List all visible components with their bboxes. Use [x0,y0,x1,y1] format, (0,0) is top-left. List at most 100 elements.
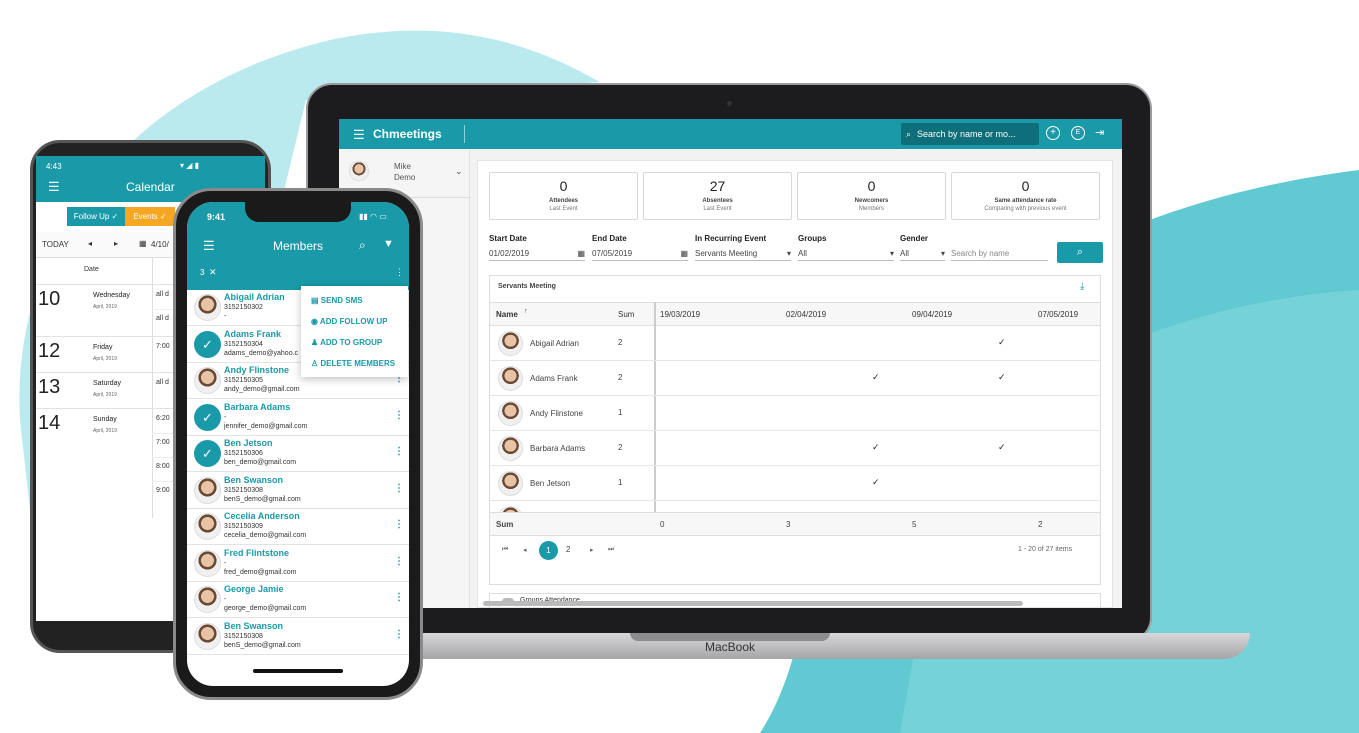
add-icon[interactable]: + [1046,126,1060,140]
add-follow-up-item[interactable]: ◉ ADD FOLLOW UP [311,311,408,332]
selected-check-icon[interactable]: ✓ [194,330,221,358]
grid-sum-row: Sum 0 3 5 2 [490,512,1100,536]
stat-sub: Last Event [549,206,578,212]
event-time[interactable]: 7:00 [156,343,170,350]
page-2-button[interactable]: 2 [566,545,570,554]
member-avatar[interactable] [194,586,221,613]
logout-icon[interactable]: ⇥ [1095,126,1104,139]
more-vertical-icon[interactable]: ⋮ [394,483,404,494]
member-name-link[interactable]: Barbara Adams [530,444,585,453]
member-avatar[interactable] [194,294,221,321]
attendance-check-icon[interactable]: ✓ [872,442,880,453]
stat-label: Newcomers [854,198,889,204]
events-label: Events [133,212,158,221]
send-sms-item[interactable]: ▤ SEND SMS [311,290,408,311]
attendance-check-icon[interactable]: ✓ [872,372,880,383]
member-list-item[interactable]: ✓ Barbara Adams - jennifer_demo@gmail.com ⋮ [187,399,409,436]
language-icon[interactable]: E [1071,126,1085,140]
download-icon[interactable]: ⤓ [1080,281,1084,292]
close-selection-icon[interactable]: ✕ [209,267,217,278]
group-icon: ♟ [311,338,319,347]
event-time[interactable]: 8:00 [156,463,170,470]
laptop-brand-label: MacBook [704,640,756,654]
more-vertical-icon[interactable]: ⋮ [395,267,404,278]
member-phone: - [224,413,227,421]
first-page-icon[interactable]: ⏮ [502,546,508,554]
stat-value: 0 [559,178,568,194]
search-button[interactable]: ⌕ [1057,242,1103,263]
stat-label: Same attendance rate [994,198,1057,204]
last-page-icon[interactable]: ⏭ [608,546,614,554]
bulk-actions-menu: ▤ SEND SMS ◉ ADD FOLLOW UP ♟ ADD TO GROU… [301,286,408,377]
member-list-item[interactable]: Ben Swanson 3152150308 benS_demo@gmail.com… [187,618,409,655]
more-vertical-icon[interactable]: ⋮ [394,556,404,567]
member-list-item[interactable]: Cecelia Anderson 3152150309 cecelia_demo@g… [187,509,409,545]
member-name-link[interactable]: Adams Frank [530,374,578,383]
chevron-down-icon[interactable]: ⌄ [455,166,463,177]
member-list-item[interactable]: ✓ Ben Jetson 3152150306 ben_demo@gmail.com ⋮ [187,436,409,472]
member-avatar[interactable] [194,622,221,650]
attendance-check-icon[interactable]: ✓ [998,337,1006,348]
hamburger-menu-icon[interactable]: ☰ [48,179,60,195]
name-search-input[interactable]: Search by name [951,247,1048,261]
member-avatar[interactable] [194,476,221,504]
event-time[interactable]: all d [156,379,169,386]
col-name[interactable]: Name [496,310,518,319]
event-time[interactable]: all d [156,315,169,322]
member-avatar[interactable] [194,549,221,577]
grid-row: Abigail Adrian2✓✓ [490,326,1100,361]
member-name-link[interactable]: Andy Flinstone [530,409,583,418]
more-vertical-icon[interactable]: ⋮ [394,519,404,530]
members-title: Members [273,239,324,253]
groups-select[interactable]: All ▾ [798,247,894,261]
more-vertical-icon[interactable]: ⋮ [394,410,404,421]
page-1-button[interactable]: 1 [539,541,558,560]
delete-members-item[interactable]: ♙ DELETE MEMBERS [311,353,408,374]
gender-value: All [900,249,909,258]
stat-newcomers: 0 Newcomers Members [797,172,946,220]
selected-check-icon[interactable]: ✓ [194,440,221,467]
event-time[interactable]: 7:00 [156,439,170,446]
member-avatar[interactable] [194,513,221,540]
date-picker-value[interactable]: 4/10/ [151,240,169,249]
add-to-group-item[interactable]: ♟ ADD TO GROUP [311,332,408,353]
hamburger-menu-icon[interactable]: ☰ [353,127,365,143]
sort-up-icon: ↑ [524,308,528,315]
member-name-link[interactable]: Ben Jetson [530,479,570,488]
filter-icon[interactable]: ▼ [383,238,394,250]
member-list-item[interactable]: Ben Swanson 3152150308 benS_demo@gmail.com… [187,472,409,509]
prev-icon[interactable]: ◂ [88,239,92,248]
more-vertical-icon[interactable]: ⋮ [394,446,404,457]
recurring-event-select[interactable]: Servants Meeting ▾ [695,247,791,261]
event-time[interactable]: all d [156,291,169,298]
events-toggle[interactable]: Events ✓ [125,207,175,226]
grid-row: Andy Flinstone1✓ [490,396,1100,431]
prev-page-icon[interactable]: ◂ [523,546,527,554]
attendance-check-icon[interactable]: ✓ [872,477,880,488]
member-list-item[interactable]: George Jamie - george_demo@gmail.com ⋮ [187,582,409,618]
member-email: benS_demo@gmail.com [224,641,301,649]
attendance-check-icon[interactable]: ✓ [998,372,1006,383]
start-date-field[interactable]: 01/02/2019 ▦ [489,247,585,261]
hamburger-menu-icon[interactable]: ☰ [203,238,215,254]
gender-select[interactable]: All ▾ [900,247,945,261]
today-button[interactable]: TODAY [42,240,69,249]
member-list-item[interactable]: Fred Flintstone - fred_demo@gmail.com ⋮ [187,545,409,582]
member-name-link[interactable]: Abigail Adrian [530,339,579,348]
month-year: April, 2019 [93,304,117,310]
month-year: April, 2019 [93,392,117,398]
attendance-check-icon[interactable]: ✓ [998,442,1006,453]
event-time[interactable]: 9:00 [156,487,170,494]
event-time[interactable]: 6:20 [156,415,170,422]
more-vertical-icon[interactable]: ⋮ [394,629,404,640]
search-icon[interactable]: ⌕ [359,238,366,253]
horizontal-scrollbar[interactable] [483,601,1023,606]
global-search-box[interactable]: ⌕ Search by name or mo... [901,123,1039,145]
selected-check-icon[interactable]: ✓ [194,403,221,431]
more-vertical-icon[interactable]: ⋮ [394,592,404,603]
next-icon[interactable]: ▸ [114,239,118,248]
member-avatar[interactable] [194,367,221,394]
next-page-icon[interactable]: ▸ [590,546,594,554]
end-date-field[interactable]: 07/05/2019 ▦ [592,247,688,261]
followup-toggle[interactable]: Follow Up ✓ [67,207,125,226]
